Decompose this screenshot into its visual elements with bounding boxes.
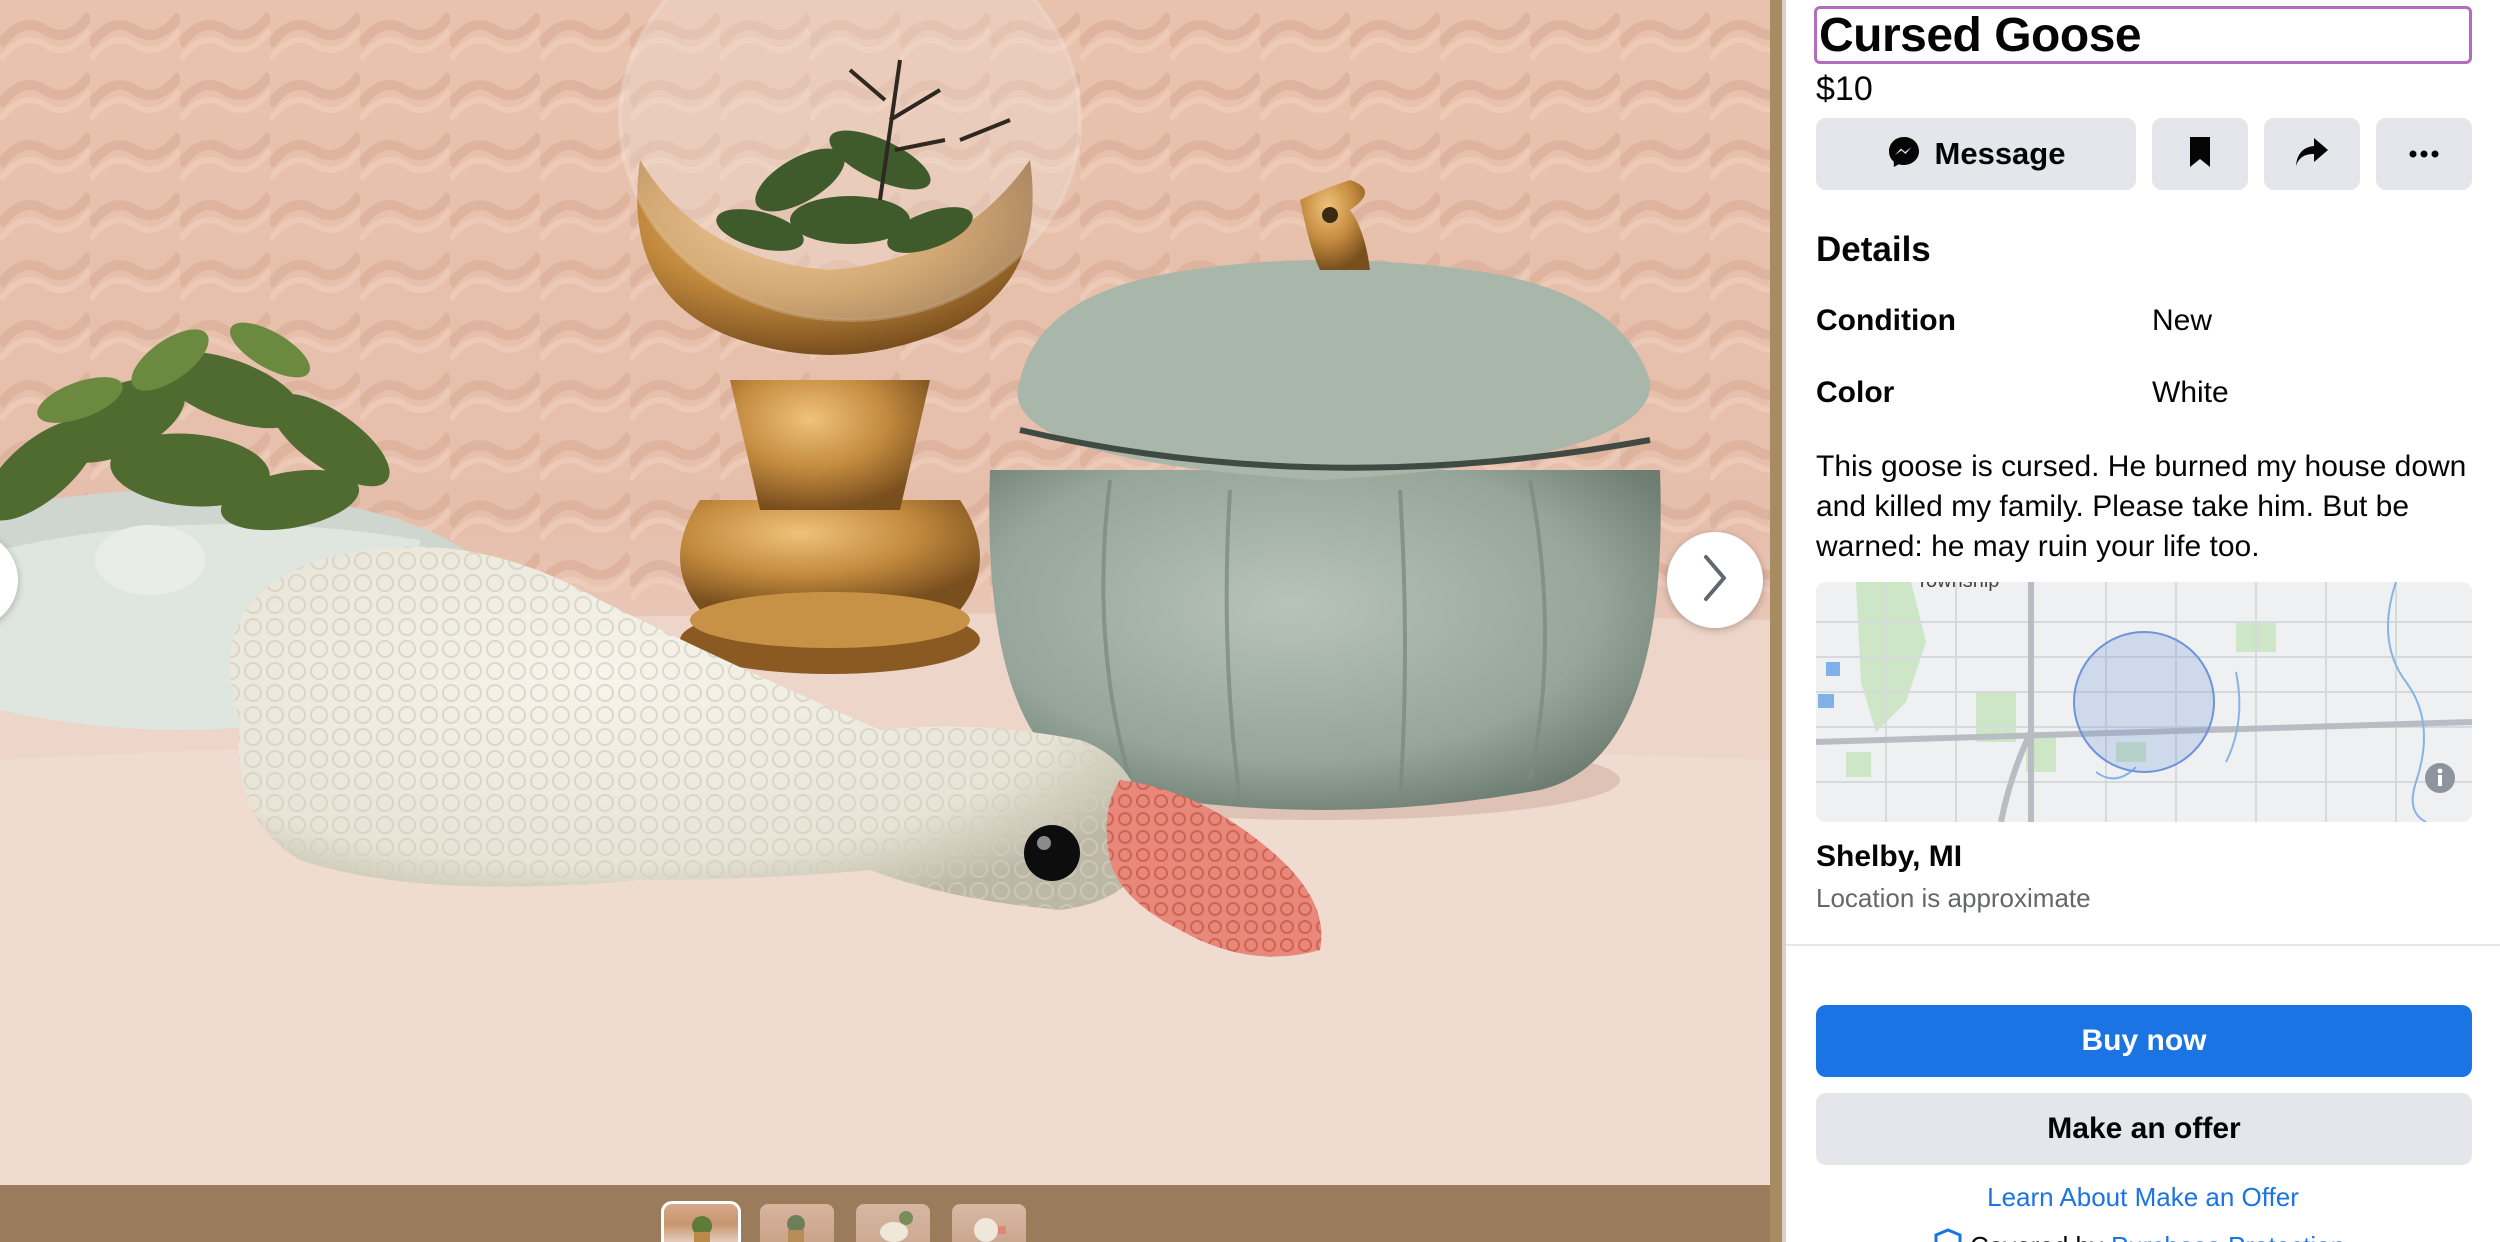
thumbnail-3[interactable] [856,1204,930,1242]
color-label: Color [1816,376,1895,409]
thumbnail-2[interactable] [760,1204,834,1242]
condition-label: Condition [1816,304,1956,337]
make-offer-button[interactable]: Make an offer [1816,1093,2472,1165]
chevron-right-icon [1700,553,1730,608]
color-value: White [2152,376,2229,409]
thumbnail-4[interactable] [952,1204,1026,1242]
message-button[interactable]: Message [1816,118,2136,190]
map-place-label: Township [1916,582,1999,593]
location-name: Shelby, MI [1816,840,1963,873]
listing-description: This goose is cursed. He burned my house… [1816,450,2467,563]
more-icon [2409,145,2439,163]
photo-viewer [0,0,1770,1242]
shield-icon [1934,1228,1962,1242]
listing-photo [0,0,1770,1185]
listing-price: $10 [1816,70,1873,108]
learn-about-offer-link[interactable]: Learn About Make an Offer [1786,1182,2500,1213]
details-heading: Details [1816,230,1931,269]
share-button[interactable] [2264,118,2360,190]
messenger-icon [1887,135,1921,174]
listing-title: Cursed Goose [1819,8,2142,62]
panel-divider [1770,0,1782,1242]
section-divider [1786,944,2500,946]
listing-actions: Message [1816,118,2472,190]
purchase-protection-note: Covered by Purchase Protection [1934,1228,2345,1242]
thumbnail-1[interactable] [661,1201,741,1242]
more-options-button[interactable] [2376,118,2472,190]
listing-details-panel: Cursed Goose $10 Message Details Conditi… [1786,0,2500,1242]
share-icon [2294,136,2330,173]
purchase-protection-link[interactable]: Purchase Protection [2111,1231,2345,1242]
location-note: Location is approximate [1816,883,2091,913]
thumbnail-strip [0,1185,1770,1242]
location-map[interactable]: Township [1816,582,2472,822]
covered-by-text: Covered by [1970,1231,2103,1242]
next-photo-button[interactable] [1667,532,1763,628]
info-icon[interactable] [2424,762,2456,799]
message-button-label: Message [1934,136,2066,171]
condition-value: New [2152,304,2213,337]
bookmark-icon [2188,135,2212,174]
listing-title-container[interactable]: Cursed Goose [1814,6,2472,64]
save-button[interactable] [2152,118,2248,190]
buy-now-button[interactable]: Buy now [1816,1005,2472,1077]
